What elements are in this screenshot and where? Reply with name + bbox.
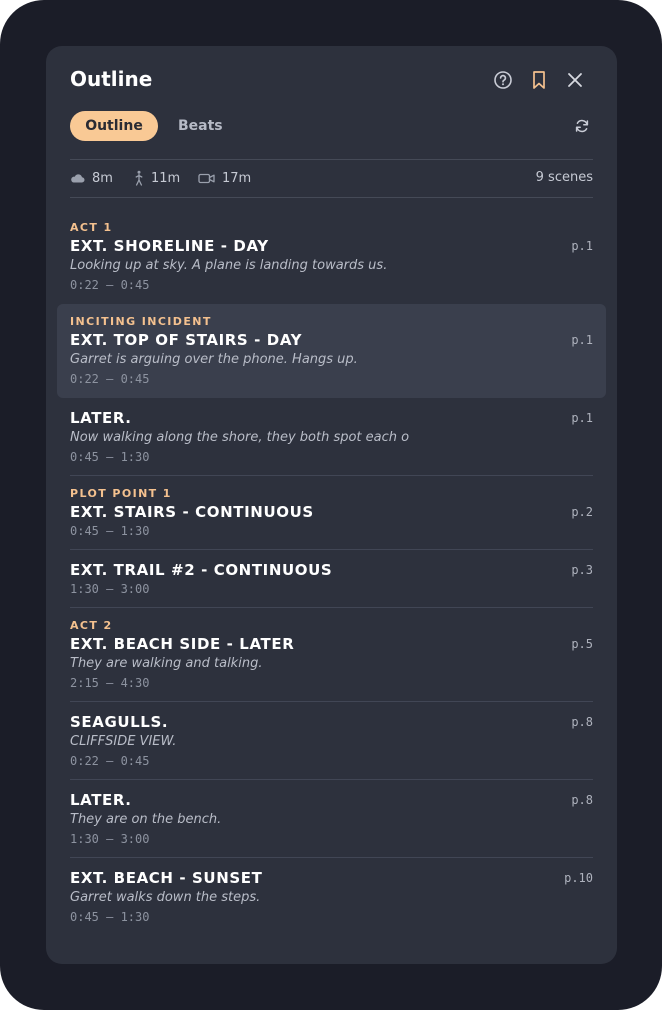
scene-count: 9 scenes — [535, 170, 593, 185]
scene-synopsis: Garret is arguing over the phone. Hangs … — [70, 352, 358, 367]
refresh-button[interactable] — [571, 115, 593, 137]
cloud-icon — [71, 174, 85, 183]
walking-icon — [135, 170, 143, 186]
tab-beats[interactable]: Beats — [178, 111, 223, 141]
view-tabs: Outline Beats — [70, 111, 593, 141]
scene-item[interactable]: p.8 SEAGULLS. CLIFFSIDE VIEW. 0:22 – 0:45 — [57, 702, 606, 780]
close-icon — [568, 73, 582, 87]
stat-weather-value: 8m — [92, 170, 113, 186]
scene-page-number: p.3 — [571, 563, 593, 577]
scene-heading: EXT. TRAIL #2 - CONTINUOUS — [70, 561, 333, 579]
outline-panel: Outline Outline Beats 8m 11m 17m 9 scene… — [46, 46, 617, 964]
scene-synopsis: Garret walks down the steps. — [70, 890, 261, 905]
scene-list: ACT 1 p.1 EXT. SHORELINE - DAY Looking up a… — [57, 212, 606, 936]
scene-time-range: 0:45 – 1:30 — [70, 524, 150, 538]
scene-time-range: 0:22 – 0:45 — [70, 278, 150, 292]
scene-page-number: p.8 — [571, 715, 593, 729]
scene-heading: EXT. TOP OF STAIRS - DAY — [70, 331, 303, 349]
scene-heading: EXT. BEACH - SUNSET — [70, 869, 263, 887]
scene-time-range: 0:45 – 1:30 — [70, 910, 150, 924]
scene-page-number: p.2 — [571, 505, 593, 519]
scene-heading: LATER. — [70, 791, 132, 809]
scene-page-number: p.1 — [571, 411, 593, 425]
stat-weather: 8m — [70, 168, 113, 188]
scene-synopsis: They are on the bench. — [70, 812, 222, 827]
divider-stats — [70, 197, 593, 198]
scene-time-range: 0:45 – 1:30 — [70, 450, 150, 464]
scene-item[interactable]: p.8 LATER. They are on the bench. 1:30 – 3:… — [57, 780, 606, 858]
scene-time-range: 1:30 – 3:00 — [70, 582, 150, 596]
scene-page-number: p.1 — [571, 333, 593, 347]
divider-top — [70, 159, 593, 160]
scene-beat-label: INCITING INCIDENT — [70, 315, 212, 328]
scene-page-number: p.1 — [571, 239, 593, 253]
scene-synopsis: Looking up at sky. A plane is landing to… — [70, 258, 388, 273]
scene-time-range: 0:22 – 0:45 — [70, 372, 150, 386]
scene-heading: EXT. BEACH SIDE - LATER — [70, 635, 295, 653]
scene-time-range: 1:30 – 3:00 — [70, 832, 150, 846]
scene-item[interactable]: p.1 LATER. Now walking along the shore, th… — [57, 398, 606, 476]
scene-time-range: 2:15 – 4:30 — [70, 676, 150, 690]
device-frame: Outline Outline Beats 8m 11m 17m 9 scene… — [0, 0, 662, 1010]
scene-heading: LATER. — [70, 409, 132, 427]
scene-item[interactable]: ACT 2 p.5 EXT. BEACH SIDE - LATER They are … — [57, 608, 606, 702]
scene-heading: EXT. STAIRS - CONTINUOUS — [70, 503, 314, 521]
scene-synopsis: CLIFFSIDE VIEW. — [70, 734, 177, 749]
stats-bar: 8m 11m 17m 9 scenes — [70, 168, 593, 188]
stat-walk-value: 11m — [151, 170, 181, 186]
scene-time-range: 0:22 – 0:45 — [70, 754, 150, 768]
bookmark-button[interactable] — [527, 68, 551, 92]
scene-heading: SEAGULLS. — [70, 713, 169, 731]
stat-camera-value: 17m — [222, 170, 252, 186]
scene-item[interactable]: p.3 EXT. TRAIL #2 - CONTINUOUS 1:30 – 3:00 — [57, 550, 606, 608]
panel-title: Outline — [70, 67, 153, 91]
scene-synopsis: Now walking along the shore, they both s… — [70, 430, 410, 445]
bookmark-icon — [533, 71, 545, 89]
tab-outline[interactable]: Outline — [70, 111, 158, 141]
camera-icon — [198, 173, 215, 183]
refresh-icon — [575, 119, 589, 133]
scene-item[interactable]: PLOT POINT 1 p.2 EXT. STAIRS - CONTINUOUS 0… — [57, 476, 606, 550]
scene-item[interactable]: INCITING INCIDENT p.1 EXT. TOP OF STAIRS -… — [57, 304, 606, 398]
help-circle-icon — [494, 71, 512, 89]
scene-item[interactable]: ACT 1 p.1 EXT. SHORELINE - DAY Looking up a… — [57, 212, 606, 304]
scene-beat-label: PLOT POINT 1 — [70, 487, 172, 500]
scene-page-number: p.10 — [564, 871, 593, 885]
scene-page-number: p.8 — [571, 793, 593, 807]
help-button[interactable] — [491, 68, 515, 92]
scene-page-number: p.5 — [571, 637, 593, 651]
stat-camera: 17m — [198, 168, 251, 188]
scene-beat-label: ACT 1 — [70, 221, 113, 234]
scene-item[interactable]: p.10 EXT. BEACH - SUNSET Garret walks down… — [57, 858, 606, 936]
header-actions — [489, 68, 593, 92]
stat-walk: 11m — [134, 168, 180, 188]
panel-header: Outline — [70, 66, 593, 94]
scene-synopsis: They are walking and talking. — [70, 656, 263, 671]
scene-heading: EXT. SHORELINE - DAY — [70, 237, 269, 255]
close-button[interactable] — [563, 68, 587, 92]
scene-beat-label: ACT 2 — [70, 619, 113, 632]
